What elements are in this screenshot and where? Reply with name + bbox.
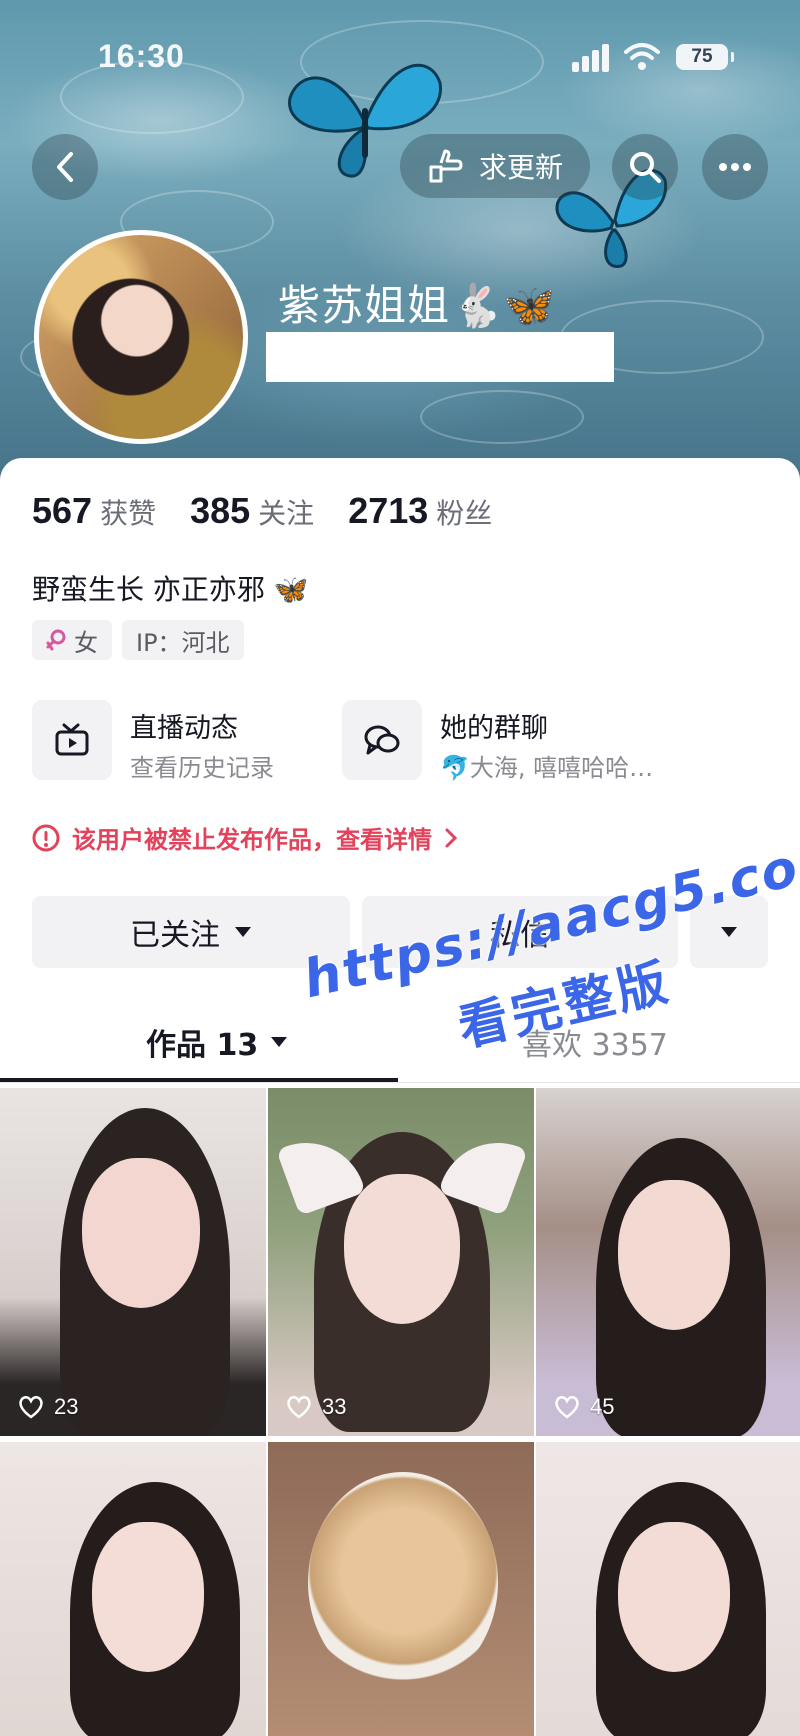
ip-location-label: IP：河北 — [136, 628, 230, 657]
video-likes-count: 45 — [590, 1394, 615, 1419]
warning-circle-icon — [32, 824, 60, 851]
ban-notice-text: 该用户被禁止发布作品，查看详情 — [72, 826, 432, 854]
search-button[interactable] — [612, 134, 678, 200]
video-thumbnail[interactable] — [0, 1442, 266, 1736]
video-thumbnail[interactable]: 45 — [536, 1088, 800, 1436]
pointing-hand-icon — [429, 149, 463, 183]
chevron-left-icon — [57, 152, 73, 182]
likes-count[interactable]: 567 — [32, 490, 92, 532]
following-button[interactable]: 已关注 — [32, 896, 350, 968]
battery-indicator: 75 — [676, 44, 734, 70]
group-chat-icon — [342, 700, 422, 780]
live-history-subtitle: 查看历史记录 — [130, 754, 274, 782]
following-count[interactable]: 385 — [190, 490, 250, 532]
doll-image — [308, 1472, 498, 1692]
wifi-icon — [624, 43, 660, 70]
video-thumbnail[interactable] — [536, 1442, 800, 1736]
avatar[interactable] — [34, 230, 248, 444]
content-tabs: 作品 13 喜欢 3357 — [0, 1016, 800, 1084]
following-button-label: 已关注 — [130, 918, 220, 953]
video-likes-count: 23 — [54, 1394, 79, 1419]
search-icon — [630, 152, 661, 183]
ban-notice[interactable]: 该用户被禁止发布作品，查看详情 — [32, 820, 458, 855]
more-button[interactable] — [702, 134, 768, 200]
female-icon — [46, 629, 66, 651]
video-grid: 23 33 45 — [0, 1088, 800, 1736]
profile-actions: 已关注 私信 — [0, 896, 800, 968]
gender-label: 女 — [74, 628, 98, 657]
profile-stats: 567 获赞 385 关注 2713 粉丝 — [32, 490, 526, 532]
tv-icon — [32, 700, 112, 780]
heart-icon — [19, 1396, 43, 1419]
caret-down-icon — [271, 1037, 288, 1047]
live-history-entry[interactable]: 直播动态 查看历史记录 — [32, 700, 332, 784]
likes-label: 获赞 — [100, 497, 157, 530]
more-dots-icon — [719, 163, 751, 171]
status-time: 16:30 — [98, 38, 185, 74]
gender-tag: 女 — [32, 620, 112, 660]
followers-label: 粉丝 — [436, 497, 493, 530]
request-update-label: 求更新 — [478, 151, 563, 184]
heart-icon — [287, 1396, 311, 1419]
ip-location-tag: IP：河北 — [122, 620, 244, 660]
caret-down-icon — [721, 927, 737, 937]
tabs-divider — [0, 1082, 800, 1083]
profile-username: 紫苏姐姐🐇🦋 — [278, 281, 557, 330]
chevron-right-icon — [445, 828, 458, 847]
group-chat-subtitle: 🐬大海, 嘻嘻哈哈… — [440, 754, 654, 782]
back-button[interactable] — [32, 134, 98, 200]
caret-down-icon — [235, 927, 251, 937]
signal-icon — [572, 44, 612, 72]
video-thumbnail[interactable]: 23 — [0, 1088, 266, 1436]
video-likes-count: 33 — [322, 1394, 347, 1419]
group-chat-entry[interactable]: 她的群聊 🐬大海, 嘻嘻哈哈… — [342, 700, 653, 784]
redacted-id-block — [266, 332, 614, 382]
tab-works[interactable]: 作品 13 — [146, 1020, 288, 1064]
more-actions-button[interactable] — [690, 896, 768, 968]
request-update-button[interactable]: 求更新 — [400, 134, 590, 198]
video-likes: 33 — [286, 1394, 346, 1420]
group-chat-title: 她的群聊 — [440, 713, 548, 744]
profile-signature: 野蛮生长 亦正亦邪 🦋 — [32, 573, 309, 606]
profile-tags: 女 IP：河北 — [32, 620, 244, 660]
message-button[interactable]: 私信 — [362, 896, 678, 968]
video-thumbnail[interactable] — [268, 1442, 534, 1736]
video-likes: 23 — [18, 1394, 78, 1420]
status-bar: 16:30 75 — [0, 0, 800, 110]
heart-icon — [555, 1396, 579, 1419]
live-history-title: 直播动态 — [130, 713, 238, 744]
following-label: 关注 — [258, 497, 315, 530]
video-likes: 45 — [554, 1394, 614, 1420]
video-thumbnail[interactable]: 33 — [268, 1088, 534, 1436]
tab-works-label: 作品 13 — [146, 1028, 259, 1063]
tab-likes[interactable]: 喜欢 3357 — [522, 1020, 668, 1064]
message-button-label: 私信 — [490, 918, 550, 953]
tab-likes-label: 喜欢 3357 — [522, 1028, 668, 1063]
followers-count[interactable]: 2713 — [348, 490, 428, 532]
